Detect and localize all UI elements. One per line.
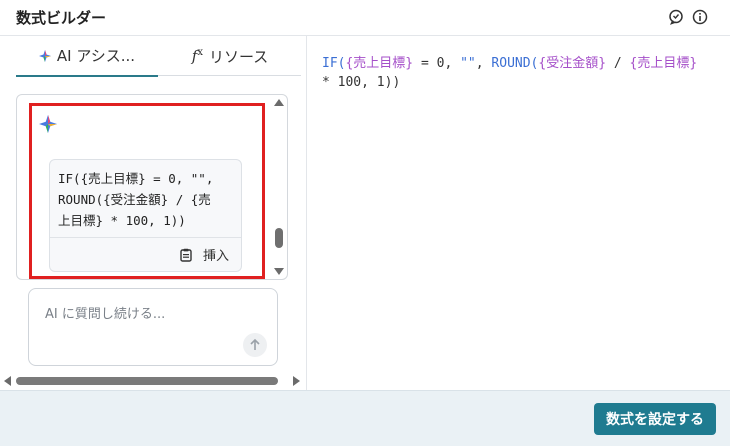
sparkle-icon xyxy=(38,49,51,62)
chat-vertical-scrollbar[interactable] xyxy=(271,95,287,279)
dialog-title: 数式ビルダー xyxy=(16,9,107,27)
insert-button[interactable]: 挿入 xyxy=(179,245,229,264)
input-placeholder: AI に質問し続ける... xyxy=(45,307,166,322)
left-panel: AI アシス... fx リソース IF({売上目標} = 0, "", ROU… xyxy=(0,36,307,390)
dialog-footer: 数式を設定する xyxy=(0,390,730,446)
suggestion-code: IF({売上目標} = 0, "", ROUND({受注金額} / {売 上目標… xyxy=(58,171,214,228)
scroll-down-arrow-icon[interactable] xyxy=(274,268,284,275)
send-button[interactable] xyxy=(243,333,267,357)
info-icon[interactable] xyxy=(692,9,708,25)
tab-resources[interactable]: fx リソース xyxy=(159,36,301,76)
tab-bar: AI アシス... fx リソース xyxy=(16,36,301,77)
card-footer: 挿入 xyxy=(50,237,241,271)
ai-question-input[interactable]: AI に質問し続ける... xyxy=(28,288,278,366)
scroll-left-arrow-icon[interactable] xyxy=(4,376,11,386)
arrow-up-icon xyxy=(250,338,260,350)
scroll-thumb[interactable] xyxy=(275,228,283,248)
fx-icon: fx xyxy=(191,47,203,65)
scroll-up-arrow-icon[interactable] xyxy=(274,99,284,106)
ai-avatar-sparkle-icon xyxy=(39,115,57,133)
tab-ai-assistant-label: AI アシス... xyxy=(56,47,136,65)
clipboard-icon xyxy=(180,248,192,262)
chat-history[interactable]: IF({売上目標} = 0, "", ROUND({受注金額} / {売 上目標… xyxy=(16,94,288,280)
dialog-header: 数式ビルダー xyxy=(0,0,730,36)
feedback-icon[interactable] xyxy=(668,9,684,25)
formula-editor[interactable]: IF({売上目標} = 0, "", ROUND({受注金額} / {売上目標}… xyxy=(322,54,712,92)
set-formula-button[interactable]: 数式を設定する xyxy=(594,403,716,435)
tab-ai-assistant[interactable]: AI アシス... xyxy=(16,36,158,77)
scroll-right-arrow-icon[interactable] xyxy=(293,376,300,386)
formula-suggestion-card: IF({売上目標} = 0, "", ROUND({受注金額} / {売 上目標… xyxy=(49,159,242,272)
horizontal-scroll-thumb[interactable] xyxy=(16,377,278,385)
insert-label: 挿入 xyxy=(202,249,229,264)
tab-resources-label: リソース xyxy=(208,47,269,66)
left-horizontal-scrollbar[interactable] xyxy=(0,374,306,388)
